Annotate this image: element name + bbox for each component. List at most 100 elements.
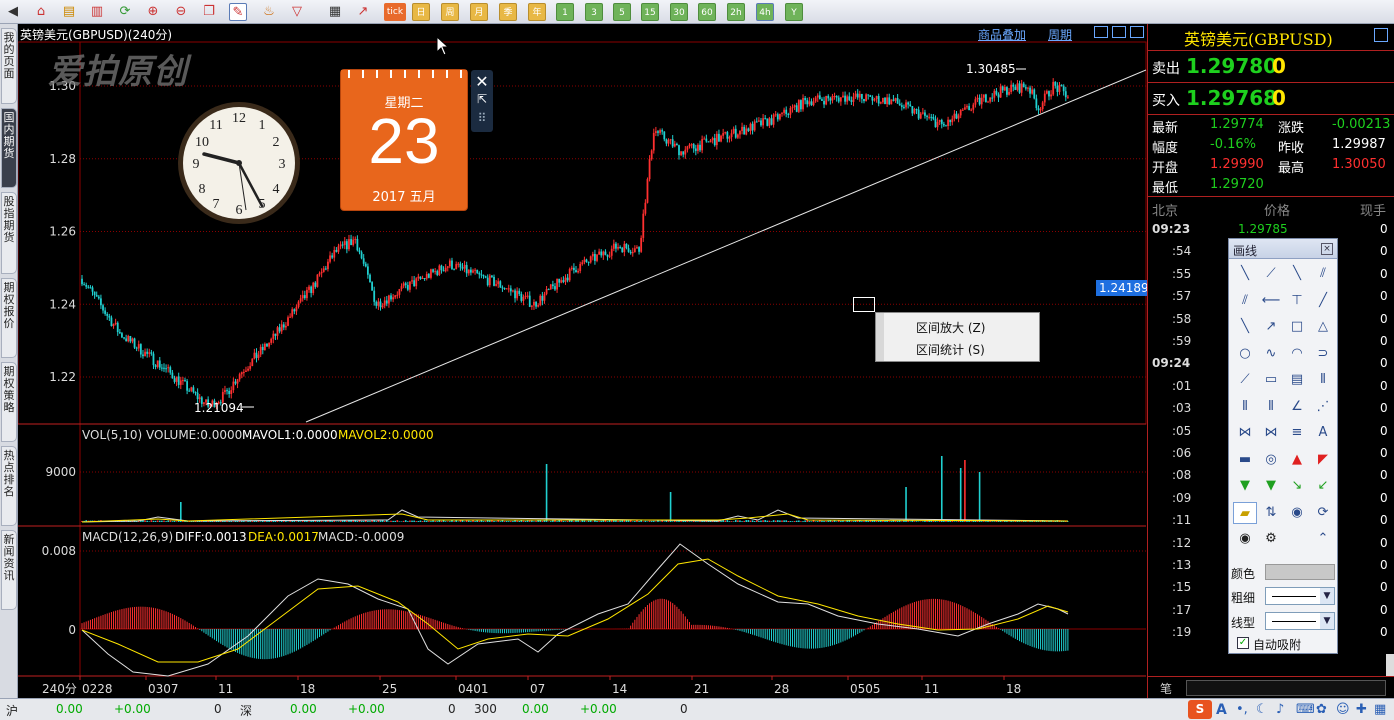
draw-tool-cycle-icon[interactable]: ⦀ [1259,396,1283,418]
ime-logo-icon[interactable]: S [1188,700,1212,719]
period-2h-button[interactable]: 2h [727,3,745,21]
overlay-product-link[interactable]: 商品叠加 [978,26,1026,43]
back-icon[interactable]: ◀ [4,3,22,21]
chart-nav-expand-icon[interactable] [1130,26,1144,38]
draw-tool-line-icon[interactable]: ╲ [1233,263,1257,285]
period-week-button[interactable]: 周 [441,3,459,21]
draw-tool-parallel-icon[interactable]: ⫽ [1311,263,1335,285]
scrollbar-thumb[interactable] [1386,654,1394,676]
draw-tool-arc-icon[interactable]: ⊃ [1311,343,1335,365]
menu-item-range-stats[interactable]: 区间统计 (S) [916,341,985,358]
line-width-select[interactable]: ▼ [1265,587,1335,605]
pen-draw-icon[interactable]: ✎ [229,3,247,21]
draw-tool-period-lines-icon[interactable]: ⦀ [1311,369,1335,391]
selection-box[interactable] [853,297,875,312]
draw-tool-green-up-icon[interactable]: ↙ [1311,475,1335,497]
refresh-icon[interactable]: ⟳ [116,3,134,21]
draw-tool-fib-time-icon[interactable]: ⦀ [1233,396,1257,418]
period-4h-button[interactable]: 4h [756,3,774,21]
period-year-button[interactable]: 年 [528,3,546,21]
draw-tool-andrews-icon[interactable]: ⋈ [1259,422,1283,444]
ime-grid-icon[interactable]: ▦ [1374,702,1386,717]
indicator-filter-icon[interactable]: Y [785,3,803,21]
period-3m-button[interactable]: 3 [585,3,603,21]
ime-user-icon[interactable]: ☺ [1336,702,1350,717]
draw-tool-eye-icon[interactable]: ◉ [1233,528,1257,550]
tick-button[interactable]: tick [384,3,406,21]
chart-nav-right-icon[interactable] [1112,26,1126,38]
chevron-down-icon[interactable]: ▼ [1320,588,1334,604]
draw-tool-green-arrow-icon[interactable]: ↘ [1285,475,1309,497]
draw-tool-channel-icon[interactable]: ⫽ [1233,290,1257,312]
chevron-down-icon[interactable]: ▼ [1320,613,1334,629]
draw-tool-stats-icon[interactable]: ⇅ [1259,502,1283,524]
draw-tool-wave-icon[interactable]: ⋈ [1233,422,1257,444]
draw-tool-fib-retrace-icon[interactable]: ▭ [1259,369,1283,391]
draw-tool-segment-icon[interactable]: ╲ [1285,263,1309,285]
draw-tool-diag-line-icon[interactable]: ╲ [1233,316,1257,338]
window-icon[interactable]: ❐ [200,3,218,21]
list-icon[interactable]: ▤ [60,3,78,21]
draw-tool-rectangle-icon[interactable]: □ [1285,316,1309,338]
filter-icon[interactable]: ▽ [288,3,306,21]
close-icon[interactable]: ✕ [471,72,493,91]
menu-item-zoom-range[interactable]: 区间放大 (Z) [916,319,985,336]
draw-tool-horizontal-line-icon[interactable]: ⟵ [1259,290,1283,312]
draw-tool-arrow-line-icon[interactable]: ╱ [1311,290,1335,312]
period-60m-button[interactable]: 60 [698,3,716,21]
ime-skin-icon[interactable]: ✿ [1316,702,1327,717]
snap-checkbox[interactable]: ✓ [1237,637,1249,649]
calendar-widget[interactable]: 星期二 23 2017 五月 [341,70,467,210]
draw-tool-eraser-icon[interactable]: ▰ [1233,501,1257,524]
trade-input[interactable] [1186,680,1386,696]
draw-tool-gann-square-icon[interactable]: ◎ [1259,449,1283,471]
draw-tool-link-icon[interactable]: ⟳ [1311,502,1335,524]
draw-tool-ray-icon[interactable]: ⟋ [1259,263,1283,285]
ime-mode-icon[interactable]: A [1216,702,1227,718]
zoom-out-icon[interactable]: ⊖ [172,3,190,21]
line-style-select[interactable]: ▼ [1265,612,1335,630]
tab-news[interactable]: 新闻资讯 [1,530,17,610]
draw-tool-fan-icon[interactable]: ◠ [1285,343,1309,365]
quote-expand-icon[interactable] [1374,28,1388,42]
period-month-button[interactable]: 月 [470,3,488,21]
kline-icon[interactable]: ▥ [88,3,106,21]
draw-tool-gann-angle-icon[interactable]: ∠ [1285,396,1309,418]
period-link[interactable]: 周期 [1048,26,1072,43]
chart-nav-left-icon[interactable] [1094,26,1108,38]
brush-icon[interactable]: ♨ [260,3,278,21]
draw-tool-sine-icon[interactable]: ∿ [1259,343,1283,365]
home-icon[interactable]: ⌂ [32,3,50,21]
draw-tool-red-arrow-icon[interactable]: ◤ [1311,449,1335,471]
period-1m-button[interactable]: 1 [556,3,574,21]
tab-option-quotes[interactable]: 期权报价 [1,278,17,358]
line-chart-icon[interactable]: ↗ [354,3,372,21]
period-15m-button[interactable]: 15 [641,3,659,21]
draw-tool-vertical-line-icon[interactable]: ⊤ [1285,290,1309,312]
tab-option-strategy[interactable]: 期权策略 [1,362,17,442]
draw-tool-triangle-icon[interactable]: △ [1311,316,1335,338]
popout-icon[interactable]: ⇱ [471,92,493,106]
draw-panel-close-icon[interactable]: × [1321,243,1333,255]
period-season-button[interactable]: 季 [499,3,517,21]
tab-my-page[interactable]: 我的页面 [1,28,17,104]
grip-icon[interactable]: ⠿ [471,111,493,125]
draw-tool-speed-lines-icon[interactable]: ⋰ [1311,396,1335,418]
draw-tool-settings-icon[interactable]: ⚙ [1259,528,1283,550]
draw-tool-gann-box-icon[interactable]: ▤ [1285,369,1309,391]
draw-tool-arrow-up-right-icon[interactable]: ↗ [1259,316,1283,338]
period-30m-button[interactable]: 30 [670,3,688,21]
ime-tool-icon[interactable]: ✚ [1356,702,1367,717]
draw-tool-collapse-icon[interactable]: ⌃ [1311,528,1335,550]
table-icon[interactable]: ▦ [326,3,344,21]
ime-moon-icon[interactable]: ☾ [1256,702,1268,717]
draw-tool-hide-icon[interactable]: ◉ [1285,502,1309,524]
ime-voice-icon[interactable]: ♪ [1276,702,1284,717]
ime-keyboard-icon[interactable]: ⌨ [1296,702,1315,717]
clock-widget[interactable]: 12369 1245 781011 [176,100,302,226]
draw-tool-fib-fan-icon[interactable]: ⟋ [1233,369,1257,391]
draw-tool-text-icon[interactable]: A [1311,422,1335,444]
draw-tool-ruler-icon[interactable]: ▬ [1233,449,1257,471]
draw-tool-ellipse-icon[interactable]: ○ [1233,343,1257,365]
draw-tool-down-arrow-icon[interactable]: ▼ [1233,475,1257,497]
